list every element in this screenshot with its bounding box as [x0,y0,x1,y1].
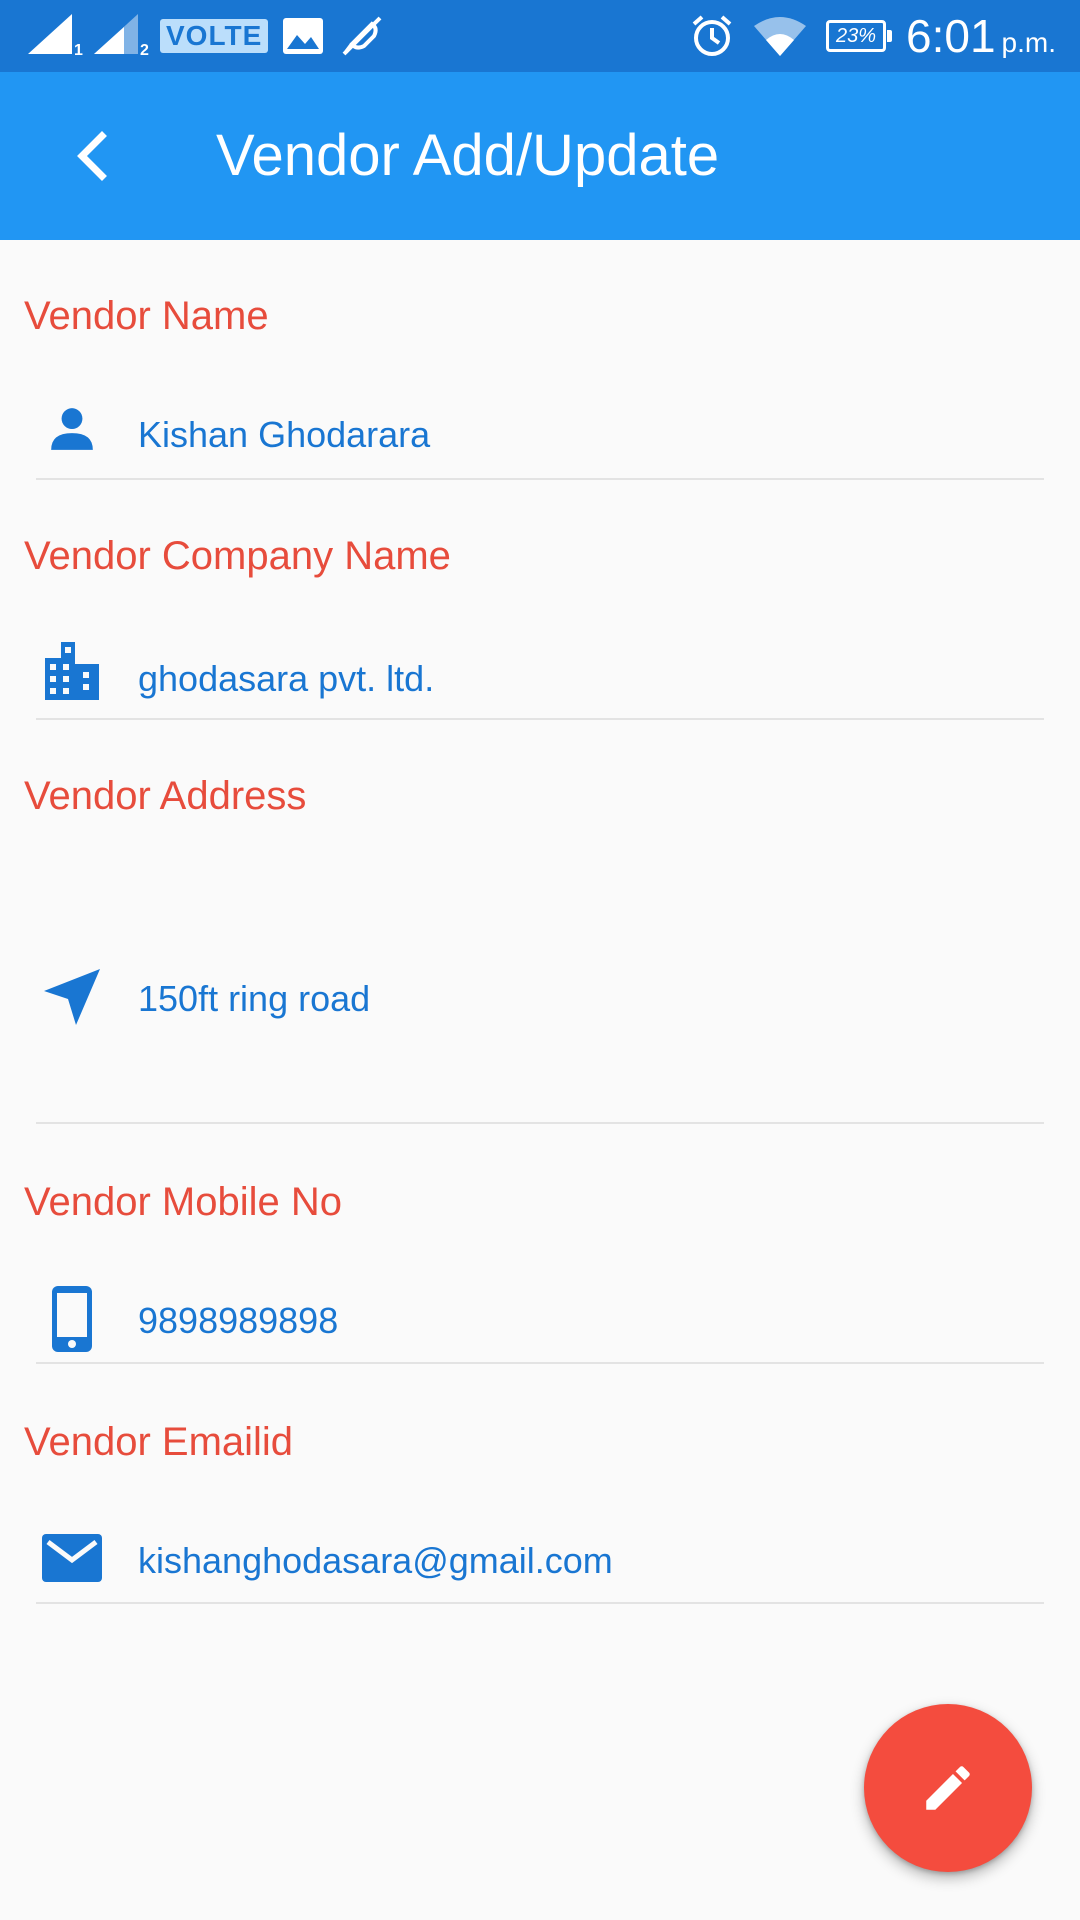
vendor-name-label: Vendor Name [24,294,269,338]
battery-indicator: 23% [826,20,892,52]
email-label: Vendor Emailid [24,1420,294,1464]
business-icon [36,642,108,700]
navigation-icon [36,969,108,1025]
volte-badge: VOLTE [160,19,269,53]
phone-icon [36,1286,108,1352]
vendor-name-field[interactable]: Kishan Ghodarara [36,394,1044,480]
sim2-index: 2 [140,42,149,59]
status-time-ampm: p.m. [1001,27,1056,58]
person-icon [36,404,108,454]
status-time: 6:01 p.m. [906,9,1056,63]
mobile-label: Vendor Mobile No [24,1180,342,1224]
mobile-field[interactable]: 9898989898 [36,1278,1044,1364]
vendor-add-update-screen: 1 2 VOLTE 23% 6:01 p.m. Vendor Add/Updat… [0,0,1080,1920]
signal-sim2-icon: 2 [94,14,149,59]
email-icon [36,1534,108,1582]
edit-icon [919,1759,977,1817]
company-name-field[interactable]: ghodasara pvt. ltd. [36,636,1044,720]
email-field[interactable]: kishanghodasara@gmail.com [36,1518,1044,1604]
alarm-icon [690,14,734,58]
address-value: 150ft ring road [138,978,371,1019]
app-bar: Vendor Add/Update [0,72,1080,240]
company-name-label: Vendor Company Name [24,534,451,578]
address-field[interactable]: 150ft ring road [36,836,1044,1124]
email-value: kishanghodasara@gmail.com [138,1540,613,1581]
signal-sim1-icon: 1 [28,14,83,59]
status-bar-left: 1 2 VOLTE [28,0,386,72]
sim1-index: 1 [74,42,83,59]
address-label: Vendor Address [24,774,307,818]
vendor-name-value: Kishan Ghodarara [138,414,431,455]
status-bar-right: 23% 6:01 p.m. [690,0,1056,72]
edit-fab-button[interactable] [864,1704,1032,1872]
gallery-icon [282,17,324,55]
chevron-left-icon [72,130,112,182]
company-name-value: ghodasara pvt. ltd. [138,658,435,699]
status-bar: 1 2 VOLTE 23% 6:01 p.m. [0,0,1080,72]
mobile-value: 9898989898 [138,1300,339,1341]
muted-mic-icon [338,14,386,58]
status-time-value: 6:01 [906,10,996,62]
page-title: Vendor Add/Update [216,123,720,188]
back-button[interactable] [48,112,136,200]
wifi-icon [754,16,806,56]
